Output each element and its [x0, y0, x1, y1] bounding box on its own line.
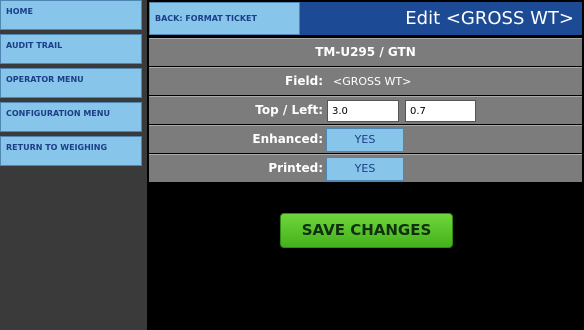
field-row: Field: <GROSS WT> — [149, 67, 582, 95]
field-value: <GROSS WT> — [333, 75, 412, 88]
printed-label: Printed: — [268, 161, 323, 175]
printer-row: TM-U295 / GTN — [149, 38, 582, 66]
sidebar-item-home[interactable]: HOME — [0, 0, 142, 30]
back-format-ticket-button[interactable]: BACK: FORMAT TICKET — [149, 2, 300, 35]
sidebar-item-audit-trail[interactable]: AUDIT TRAIL — [0, 34, 142, 64]
printer-label: TM-U295 / GTN — [315, 45, 416, 59]
field-label: Field: — [285, 74, 323, 88]
enhanced-label: Enhanced: — [252, 132, 323, 146]
page-title: Edit <GROSS WT> — [300, 2, 582, 35]
sidebar-item-operator-menu[interactable]: OPERATOR MENU — [0, 68, 142, 98]
enhanced-toggle[interactable]: YES — [326, 128, 404, 152]
top-left-label: Top / Left: — [255, 103, 323, 117]
sidebar-item-return-to-weighing[interactable]: RETURN TO WEIGHING — [0, 136, 142, 166]
printed-toggle[interactable]: YES — [326, 157, 404, 181]
top-left-row: Top / Left: — [149, 96, 582, 124]
top-input[interactable] — [327, 100, 399, 122]
app-window: HOME AUDIT TRAIL OPERATOR MENU CONFIGURA… — [0, 0, 584, 330]
sidebar-item-configuration-menu[interactable]: CONFIGURATION MENU — [0, 102, 142, 132]
main-panel: BACK: FORMAT TICKET Edit <GROSS WT> TM-U… — [147, 0, 584, 330]
left-input[interactable] — [405, 100, 476, 122]
save-changes-button[interactable]: SAVE CHANGES — [280, 213, 453, 248]
enhanced-row: Enhanced: YES — [149, 125, 582, 153]
sidebar: HOME AUDIT TRAIL OPERATOR MENU CONFIGURA… — [0, 0, 147, 330]
printed-row: Printed: YES — [149, 154, 582, 182]
